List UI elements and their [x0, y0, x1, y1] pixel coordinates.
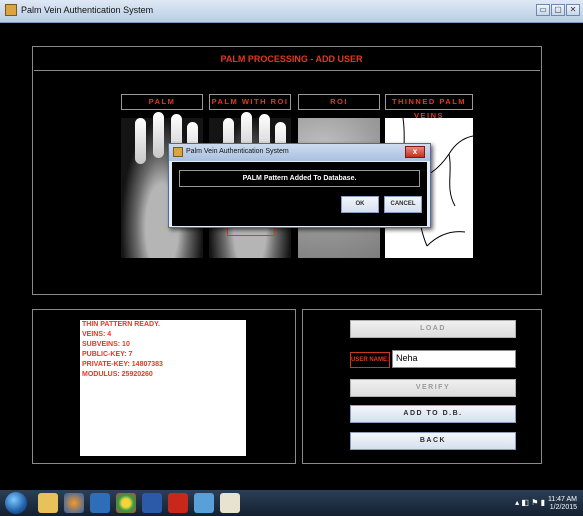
result-line: MODULUS: 25920260 — [82, 371, 153, 378]
verify-button[interactable]: VERIFY — [350, 379, 516, 397]
thinned-palm-veins-label: THINNED PALM VEINS — [385, 94, 473, 120]
explorer-icon[interactable] — [38, 493, 58, 513]
palm-with-roi-label: PALM WITH ROI — [209, 94, 291, 110]
media-player-icon[interactable] — [90, 493, 110, 513]
taskbar: ▴ ◧ ⚑ ▮ 11:47 AM 1/2/2015 — [0, 490, 583, 516]
dialog-message: PALM Pattern Added To Database. — [179, 170, 420, 187]
start-button[interactable] — [5, 492, 27, 514]
add-to-db-button[interactable]: ADD TO D.B. — [350, 405, 516, 423]
window-title: Palm Vein Authentication System — [21, 5, 154, 15]
app-icon — [5, 4, 17, 16]
load-button[interactable]: LOAD — [350, 320, 516, 338]
app-icon[interactable] — [194, 493, 214, 513]
page-title: PALM PROCESSING - ADD USER — [220, 54, 363, 64]
system-tray-icons[interactable]: ▴ ◧ ⚑ ▮ — [515, 498, 545, 507]
confirmation-dialog: Palm Vein Authentication System x PALM P… — [168, 143, 431, 228]
cancel-button[interactable]: CANCEL — [384, 196, 422, 213]
result-line: SUBVEINS: 10 — [82, 341, 130, 348]
maximize-button[interactable]: ▢ — [551, 4, 565, 16]
title-bar: Palm Vein Authentication System ▭ ▢ ✕ — [0, 0, 583, 23]
word-icon[interactable] — [142, 493, 162, 513]
close-button[interactable]: ✕ — [566, 4, 580, 16]
chrome-icon[interactable] — [116, 493, 136, 513]
username-label: USER NAME: — [350, 352, 390, 368]
clock-date: 1/2/2015 — [549, 504, 577, 511]
result-line: PRIVATE-KEY: 14807383 — [82, 361, 163, 368]
result-textarea[interactable]: THIN PATTERN READY. VEINS: 4 SUBVEINS: 1… — [80, 320, 246, 456]
main-window: Palm Vein Authentication System ▭ ▢ ✕ PA… — [0, 0, 583, 490]
username-input[interactable]: Neha — [392, 350, 516, 368]
paint-icon[interactable] — [220, 493, 240, 513]
clock[interactable]: 11:47 AM 1/2/2015 — [548, 496, 577, 512]
dialog-body: PALM Pattern Added To Database. OK CANCE… — [172, 162, 427, 226]
minimize-button[interactable]: ▭ — [536, 4, 550, 16]
firefox-icon[interactable] — [64, 493, 84, 513]
dialog-title: Palm Vein Authentication System — [186, 148, 289, 155]
header-divider — [34, 70, 540, 71]
result-line: VEINS: 4 — [82, 331, 112, 338]
pdf-reader-icon[interactable] — [168, 493, 188, 513]
result-line: PUBLIC-KEY: 7 — [82, 351, 133, 358]
roi-label: ROI — [298, 94, 380, 110]
dialog-app-icon — [173, 147, 183, 157]
dialog-title-bar: Palm Vein Authentication System x — [169, 144, 430, 161]
clock-time: 11:47 AM — [547, 496, 577, 503]
palm-label: PALM — [121, 94, 203, 110]
back-button[interactable]: BACK — [350, 432, 516, 450]
ok-button[interactable]: OK — [341, 196, 379, 213]
result-line: THIN PATTERN READY. — [82, 321, 160, 328]
dialog-close-button[interactable]: x — [405, 146, 425, 158]
